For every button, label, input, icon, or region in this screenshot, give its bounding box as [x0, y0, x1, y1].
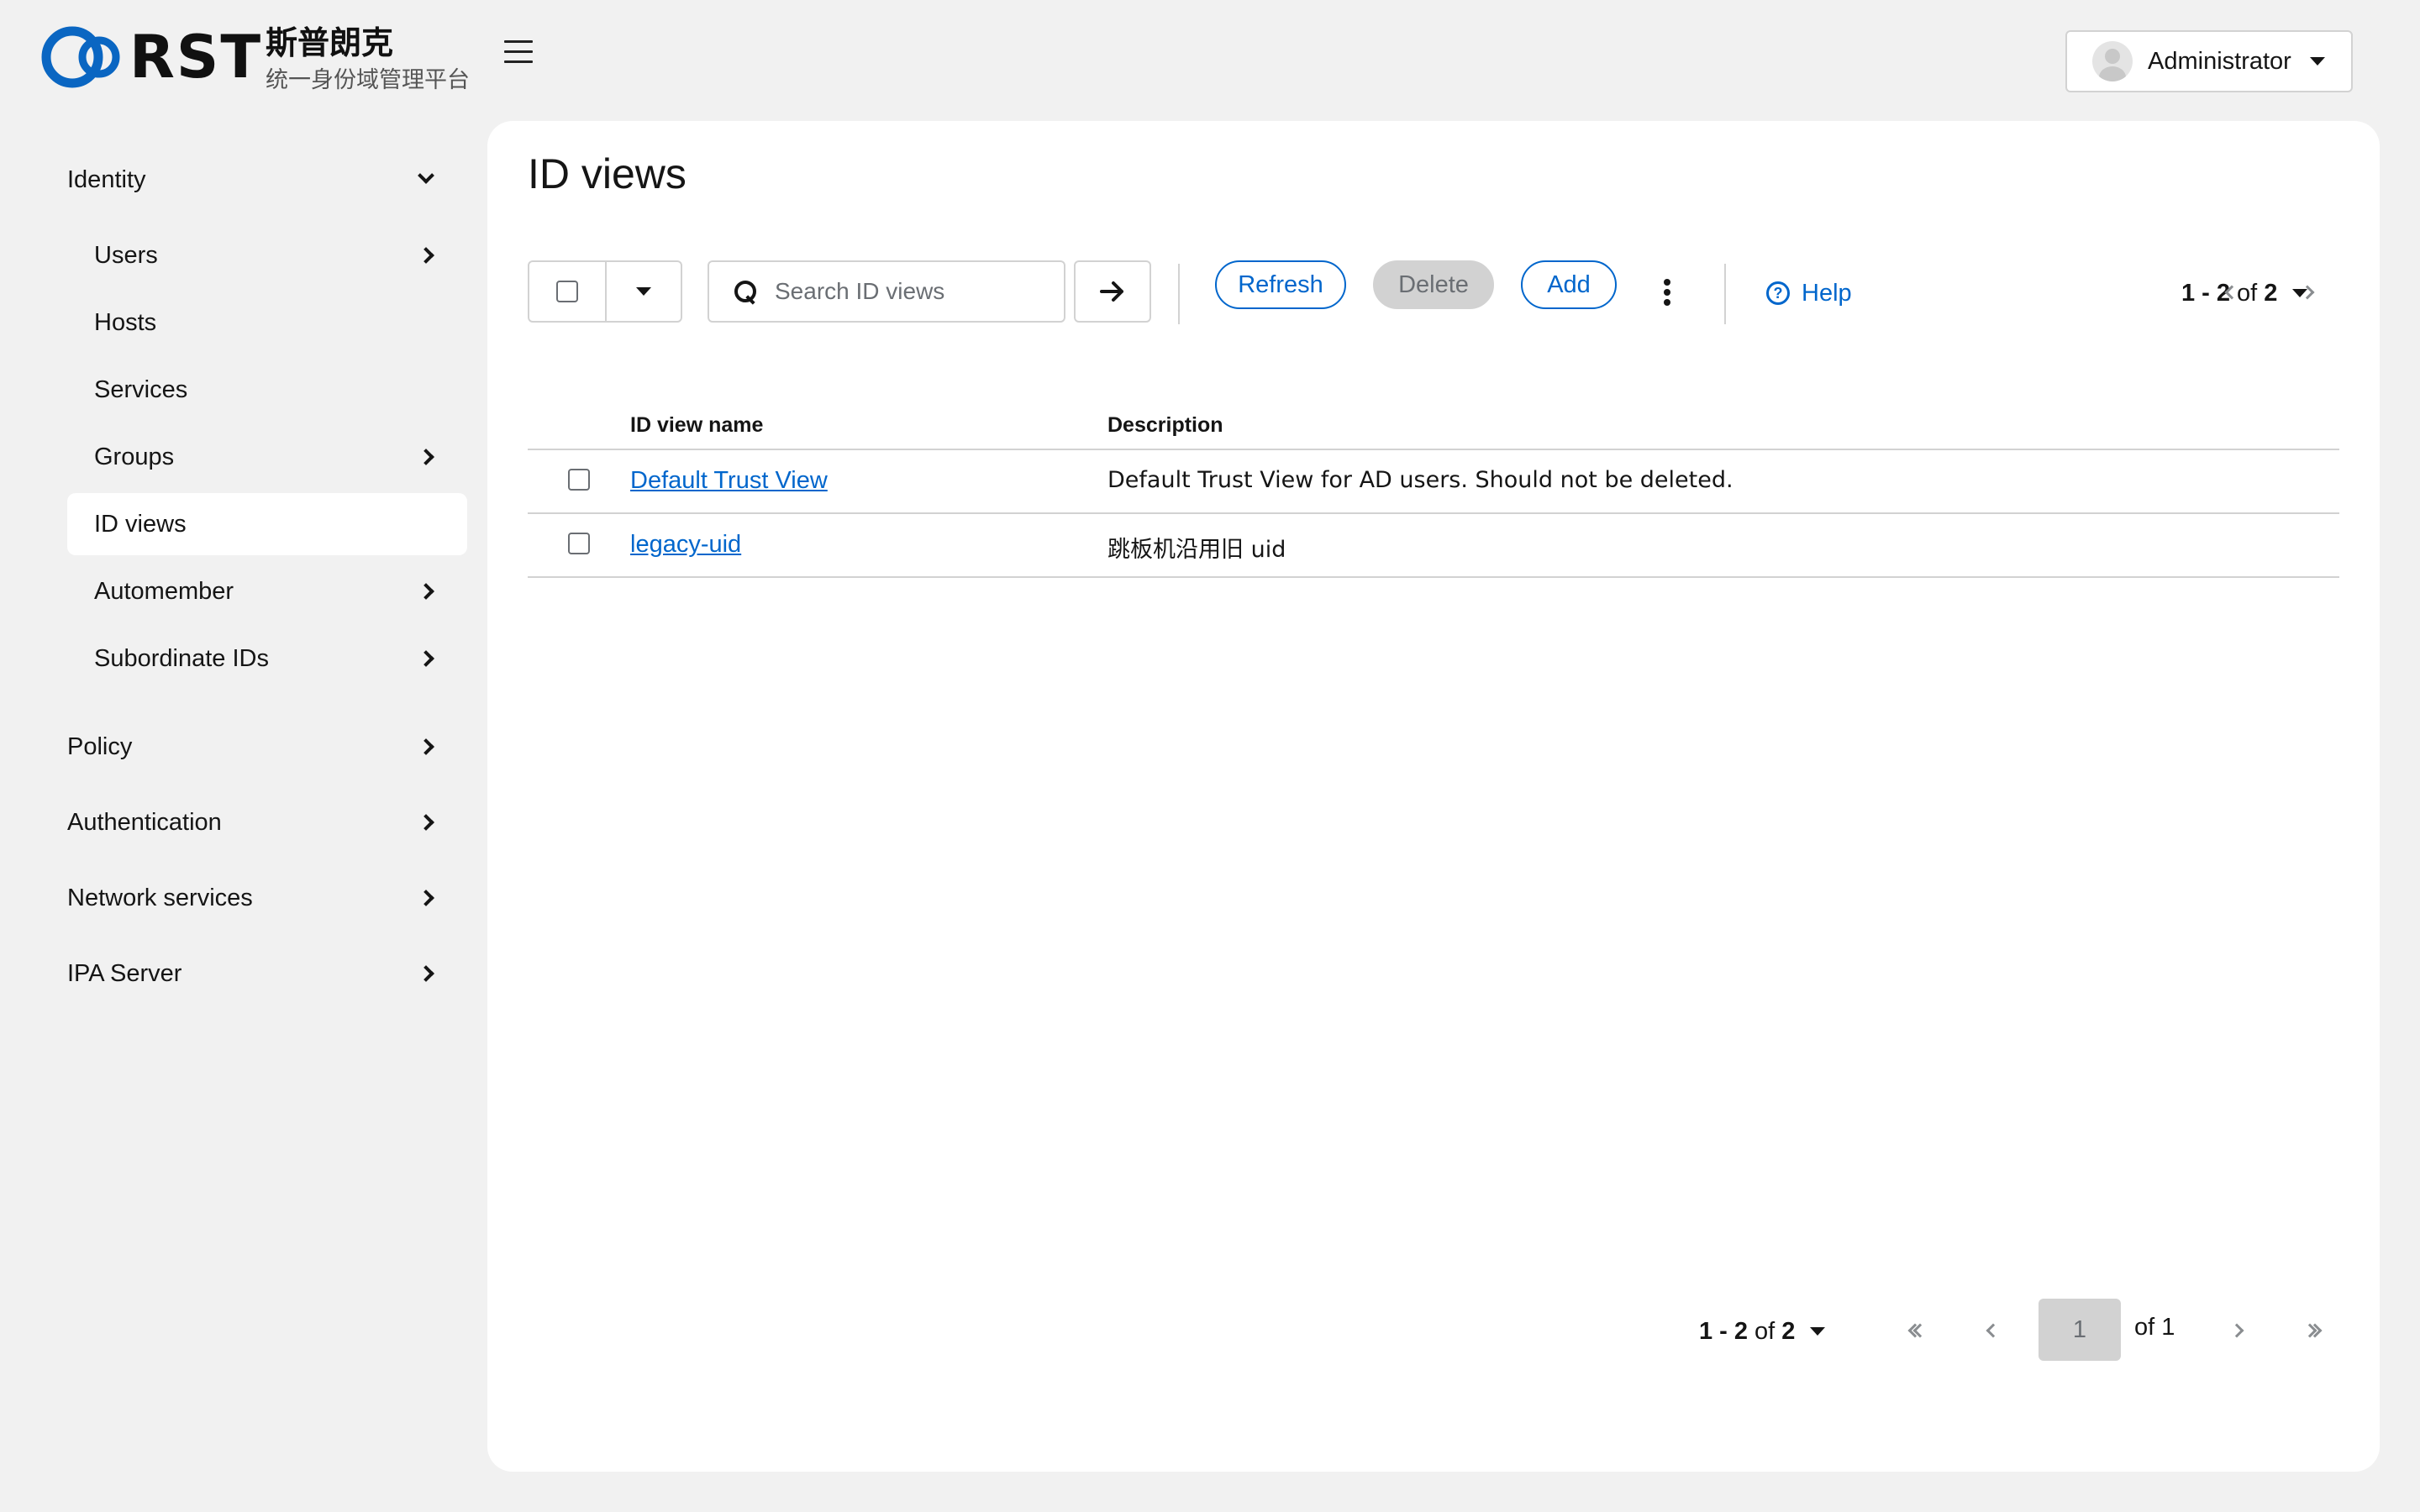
sidebar-section-label: Policy [67, 732, 133, 760]
divider [1724, 264, 1726, 324]
table-header: ID view name Description [528, 398, 2339, 450]
sidebar-item-users[interactable]: Users [67, 224, 467, 286]
chevron-right-icon [2300, 285, 2315, 300]
search-submit-button[interactable] [1074, 260, 1151, 323]
chevron-right-icon [418, 247, 434, 264]
caret-down-icon [636, 287, 651, 296]
sidebar-item-label: Users [94, 241, 158, 269]
help-label: Help [1802, 279, 1852, 307]
total-pages-label: of 1 [2134, 1314, 2175, 1341]
help-link[interactable]: ? Help [1766, 276, 1852, 311]
sidebar-item-groups[interactable]: Groups [67, 426, 467, 488]
search-icon [734, 281, 756, 302]
logo-mark-icon [41, 26, 120, 88]
row-checkbox[interactable] [568, 533, 590, 554]
sidebar-section-network-services[interactable]: Network services [67, 873, 437, 923]
pagination-of: of [1754, 1317, 1776, 1345]
id-view-description: Default Trust View for AD users. Should … [1107, 467, 1733, 493]
avatar [2092, 41, 2133, 81]
sidebar-item-label: Services [94, 375, 188, 403]
id-views-table: ID view name Description Default Trust V… [528, 398, 2339, 578]
bulk-select [528, 260, 682, 323]
table-row: Default Trust View Default Trust View fo… [528, 450, 2339, 514]
chevron-right-icon [418, 650, 434, 667]
brand-name: 斯普朗克 [266, 24, 394, 61]
arrow-right-icon [1100, 281, 1123, 302]
sidebar-section-label: Network services [67, 884, 253, 911]
refresh-button[interactable]: Refresh [1215, 260, 1346, 309]
select-all-checkbox[interactable] [556, 281, 578, 302]
row-checkbox-cell [568, 469, 590, 491]
app-logo[interactable]: RST [39, 22, 262, 92]
kebab-menu-icon[interactable] [1664, 279, 1674, 307]
caret-down-icon [2309, 57, 2325, 66]
previous-page-button[interactable] [2215, 276, 2249, 309]
help-icon: ? [1766, 281, 1790, 305]
sidebar-section-policy[interactable]: Policy [67, 722, 437, 772]
current-page-input[interactable]: 1 [2039, 1299, 2121, 1361]
chevron-down-icon [418, 167, 434, 184]
row-checkbox[interactable] [568, 469, 590, 491]
brand: 斯普朗克 统一身份域管理平台 [266, 22, 470, 97]
sidebar-section-label: Authentication [67, 808, 222, 836]
next-page-button[interactable] [2291, 276, 2324, 309]
sidebar-item-label: Automember [94, 577, 234, 605]
chevron-right-icon [418, 965, 434, 982]
bottom-next-page-button[interactable] [2220, 1314, 2254, 1347]
sidebar-item-automember[interactable]: Automember [67, 560, 467, 622]
id-view-link[interactable]: Default Trust View [630, 467, 828, 495]
chevron-left-icon [2224, 285, 2239, 300]
pagination-range: 1 - 2 [1699, 1317, 1749, 1345]
sidebar-section-identity[interactable]: Identity [67, 155, 437, 205]
chevron-right-icon [418, 583, 434, 600]
chevron-right-icon [418, 814, 434, 831]
menu-toggle-icon[interactable] [504, 40, 533, 64]
pagination-total: 2 [2264, 279, 2278, 307]
sidebar-item-hosts[interactable]: Hosts [67, 291, 467, 354]
toolbar: Refresh Delete Add ? Help 1 - 2 of 2 [528, 260, 2343, 324]
first-page-button[interactable] [1901, 1314, 1934, 1347]
bulk-select-toggle[interactable] [607, 262, 681, 321]
sidebar-section-label: Identity [67, 165, 146, 193]
bottom-pagination-toggle[interactable]: 1 - 2 of 2 [1699, 1314, 1826, 1349]
sidebar-item-id-views[interactable]: ID views [67, 493, 467, 555]
table-row: legacy-uid 跳板机沿用旧 uid [528, 514, 2339, 578]
chevron-right-icon [418, 890, 434, 906]
sidebar-item-subordinate-ids[interactable]: Subordinate IDs [67, 627, 467, 690]
bottom-pagination: 1 - 2 of 2 1 of 1 [487, 1299, 2380, 1362]
row-checkbox-cell [568, 533, 590, 554]
search-input[interactable] [773, 277, 1042, 306]
column-header-description: Description [1107, 413, 1223, 437]
caret-down-icon [1810, 1327, 1826, 1336]
chevron-right-icon [418, 449, 434, 465]
chevron-left-icon [1986, 1323, 2001, 1338]
user-name: Administrator [2148, 47, 2291, 75]
page-title: ID views [528, 150, 687, 197]
sidebar-section-authentication[interactable]: Authentication [67, 797, 437, 848]
search-box [708, 260, 1065, 323]
sidebar-section-ipa-server[interactable]: IPA Server [67, 948, 437, 999]
sidebar-item-services[interactable]: Services [67, 359, 467, 421]
user-menu-button[interactable]: Administrator [2065, 30, 2353, 92]
divider [1178, 264, 1180, 324]
pagination-total: 2 [1781, 1317, 1796, 1345]
chevron-right-icon [418, 738, 434, 755]
main-panel: ID views Refresh Delete Add ? Hel [487, 121, 2380, 1472]
brand-subtitle: 统一身份域管理平台 [266, 67, 470, 93]
id-view-link[interactable]: legacy-uid [630, 531, 741, 559]
chevron-right-icon [2229, 1323, 2244, 1338]
delete-button[interactable]: Delete [1373, 260, 1494, 309]
sidebar-item-label: Subordinate IDs [94, 644, 269, 672]
last-page-button[interactable] [2296, 1314, 2329, 1347]
bulk-select-checkbox-wrap [529, 262, 607, 321]
sidebar-section-label: IPA Server [67, 959, 182, 987]
id-view-description: 跳板机沿用旧 uid [1107, 537, 1286, 563]
sidebar-item-label: ID views [94, 510, 187, 538]
logo-text: RST [129, 23, 263, 92]
sidebar-item-label: Groups [94, 443, 175, 470]
sidebar-item-label: Hosts [94, 308, 157, 336]
column-header-name[interactable]: ID view name [630, 413, 763, 438]
bottom-previous-page-button[interactable] [1976, 1314, 2010, 1347]
add-button[interactable]: Add [1521, 260, 1617, 309]
